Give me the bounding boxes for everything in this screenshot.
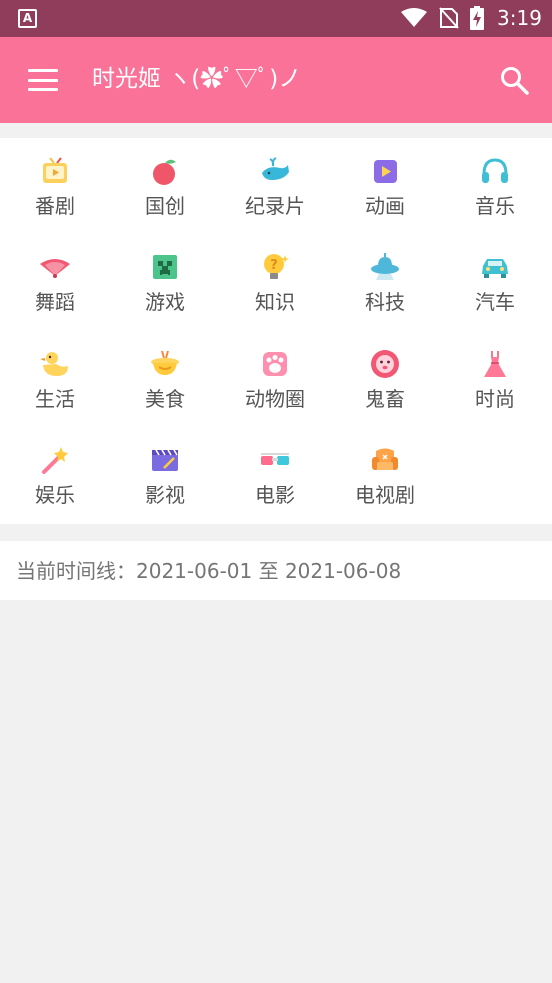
food-bowl-icon [151, 350, 179, 375]
category-item-guochuang[interactable]: 国创 [110, 138, 220, 234]
battery-charging-icon [470, 6, 484, 30]
category-label: 电视剧 [355, 483, 415, 507]
category-label: 动画 [365, 194, 405, 218]
category-item-yule[interactable]: 娱乐 [0, 427, 110, 523]
category-label: 游戏 [145, 290, 185, 314]
category-item-shenghuo[interactable]: 生活 [0, 331, 110, 427]
category-label: 汽车 [475, 290, 515, 314]
category-label: 美食 [145, 387, 185, 411]
play-tile-icon [374, 160, 397, 183]
category-item-dongwuquan[interactable]: 动物圈 [220, 331, 330, 427]
app-title: 时光姬 ヽ(✿ﾟ▽ﾟ)ノ [92, 66, 302, 92]
dress-icon [484, 351, 506, 377]
3d-glasses-icon [261, 453, 289, 465]
magic-wand-icon [42, 447, 68, 474]
timeline-text: 当前时间线：2021-06-01 至 2021-06-08 [16, 559, 402, 583]
category-label: 知识 [255, 290, 295, 314]
peach-icon [153, 159, 176, 185]
category-item-meishi[interactable]: 美食 [110, 331, 220, 427]
category-item-jilupian[interactable]: 纪录片 [220, 138, 330, 234]
sofa-icon [372, 448, 398, 470]
clapperboard-icon [152, 449, 178, 471]
category-item-wudao[interactable]: 舞蹈 [0, 234, 110, 330]
category-item-qiche[interactable]: 汽车 [440, 234, 550, 330]
category-item-dianshiju[interactable]: 电视剧 [330, 427, 440, 523]
car-icon [482, 259, 508, 278]
paw-icon [263, 352, 287, 376]
category-label: 番剧 [35, 194, 75, 218]
category-item-shishang[interactable]: 时尚 [440, 331, 550, 427]
status-bar: A 3:19 [0, 0, 552, 37]
category-label: 动物圈 [245, 387, 305, 411]
wifi-icon [401, 8, 427, 27]
category-label: 生活 [35, 387, 75, 411]
category-label: 影视 [145, 483, 185, 507]
no-sim-icon [439, 7, 459, 29]
lightbulb-icon: ? [264, 254, 289, 279]
ufo-icon [371, 253, 399, 280]
search-icon[interactable] [500, 66, 529, 95]
category-item-donghua[interactable]: 动画 [330, 138, 440, 234]
category-item-zhishi[interactable]: ? 知识 [220, 234, 330, 330]
menu-icon[interactable] [28, 69, 58, 91]
timeline-panel: 当前时间线：2021-06-01 至 2021-06-08 [0, 541, 552, 600]
category-item-youxi[interactable]: 游戏 [110, 234, 220, 330]
category-label: 音乐 [475, 194, 515, 218]
category-label: 娱乐 [35, 483, 75, 507]
whale-icon [262, 157, 289, 180]
category-label: 时尚 [475, 387, 515, 411]
category-item-dianying[interactable]: 电影 [220, 427, 330, 523]
tv-icon [43, 157, 67, 183]
category-label: 纪录片 [245, 194, 305, 218]
category-item-yinyue[interactable]: 音乐 [440, 138, 550, 234]
svg-text:?: ? [270, 258, 278, 273]
status-clock: 3:19 [497, 6, 542, 30]
fan-icon [40, 259, 70, 278]
category-item-fanju[interactable]: 番剧 [0, 138, 110, 234]
creeper-icon [153, 255, 177, 279]
category-item-keji[interactable]: 科技 [330, 234, 440, 330]
accessibility-badge-icon: A [18, 9, 37, 28]
lion-icon [371, 350, 399, 378]
category-grid: 番剧 国创 纪录片 动画 音乐 舞蹈 游戏 ? 知识 科技 汽车 生活 美食 动… [0, 138, 552, 524]
duck-icon [40, 352, 68, 376]
headphones-icon [482, 158, 508, 183]
app-bar: 时光姬 ヽ(✿ﾟ▽ﾟ)ノ [0, 37, 552, 123]
category-label: 科技 [365, 290, 405, 314]
category-label: 鬼畜 [365, 387, 405, 411]
category-label: 电影 [255, 483, 295, 507]
category-item-guichu[interactable]: 鬼畜 [330, 331, 440, 427]
category-label: 舞蹈 [35, 290, 75, 314]
category-item-yingshi[interactable]: 影视 [110, 427, 220, 523]
category-label: 国创 [145, 194, 185, 218]
